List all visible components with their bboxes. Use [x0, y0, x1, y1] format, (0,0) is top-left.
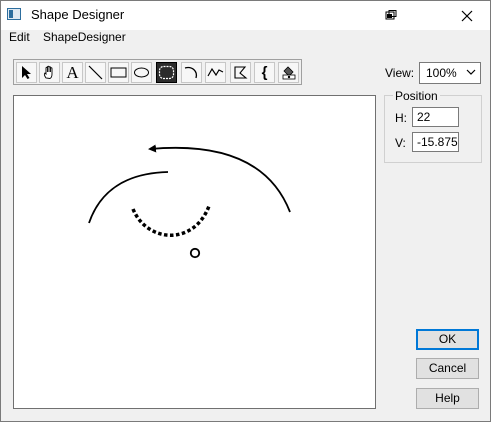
shape-toolbar: A {: [13, 59, 302, 85]
select-tool-button[interactable]: [16, 62, 37, 83]
close-icon: [461, 10, 473, 21]
arc-tool-button[interactable]: [181, 62, 202, 83]
ellipse-tool-icon: [134, 67, 149, 78]
text-tool-button[interactable]: A: [62, 62, 83, 83]
view-zoom-value: 100%: [426, 66, 457, 80]
h-position-field[interactable]: 22: [412, 107, 459, 127]
polygon-tool-icon: [234, 66, 248, 79]
brace-tool-icon: {: [261, 64, 268, 81]
canvas-shapes: [88, 144, 291, 259]
help-button[interactable]: Help: [416, 388, 479, 409]
dashed-arc-shape: [131, 205, 211, 237]
rounded-rect-tool-icon: [158, 65, 175, 80]
fill-tool-button[interactable]: [278, 62, 299, 83]
restore-button[interactable]: [368, 1, 414, 30]
polyline-tool-icon: [207, 67, 224, 77]
view-zoom-select[interactable]: 100%: [419, 62, 481, 84]
menu-bar: Edit ShapeDesigner: [1, 30, 490, 50]
small-circle-shape: [189, 247, 201, 259]
position-legend: Position: [393, 89, 440, 103]
arc-tool-icon: [184, 66, 198, 79]
close-button[interactable]: [444, 1, 490, 30]
drawing-canvas[interactable]: [13, 95, 376, 409]
shape-designer-window: Shape Designer Edit ShapeDesigner A {Vi…: [0, 0, 491, 422]
text-tool-icon: A: [66, 62, 79, 82]
v-label: V:: [395, 136, 406, 150]
polyline-tool-button[interactable]: [205, 62, 226, 83]
arrow-arc-shape: [148, 144, 291, 213]
app-icon: [7, 8, 21, 20]
restore-icon: [385, 10, 397, 20]
menu-edit[interactable]: Edit: [9, 30, 30, 44]
chevron-down-icon: [466, 69, 476, 75]
line-tool-button[interactable]: [85, 62, 106, 83]
window-title: Shape Designer: [31, 7, 125, 22]
ellipse-tool-button[interactable]: [131, 62, 152, 83]
fill-tool-icon: [282, 66, 296, 80]
rectangle-tool-icon: [110, 67, 127, 78]
line-tool-icon: [88, 65, 103, 80]
rectangle-tool-button[interactable]: [108, 62, 129, 83]
polygon-tool-button[interactable]: [230, 62, 251, 83]
position-group: [384, 95, 482, 163]
v-position-field[interactable]: -15.875: [412, 132, 459, 152]
rounded-rect-tool-button[interactable]: [156, 62, 177, 83]
hand-tool-button[interactable]: [39, 62, 60, 83]
view-label: View:: [385, 66, 415, 80]
brace-tool-button[interactable]: {: [254, 62, 275, 83]
cancel-button[interactable]: Cancel: [416, 358, 479, 379]
ok-button[interactable]: OK: [416, 329, 479, 350]
select-arrow-icon: [22, 66, 31, 79]
arc-shape: [88, 171, 169, 224]
hand-icon: [43, 65, 53, 79]
h-label: H:: [395, 111, 407, 125]
menu-shapedesigner[interactable]: ShapeDesigner: [43, 30, 126, 44]
title-bar: Shape Designer: [1, 1, 490, 30]
